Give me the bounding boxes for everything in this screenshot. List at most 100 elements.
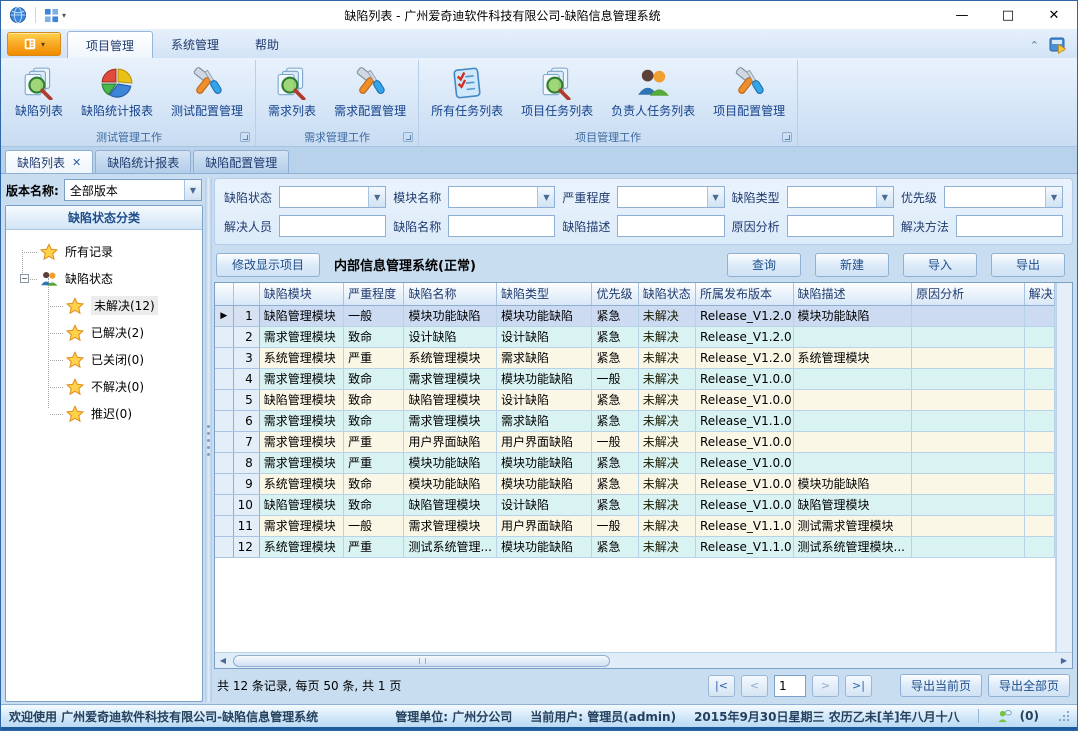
grid-column-header[interactable]: 所属发布版本: [695, 283, 793, 305]
close-tab-icon[interactable]: ✕: [72, 156, 81, 169]
grid-column-header[interactable]: 缺陷描述: [793, 283, 912, 305]
table-row[interactable]: 9系统管理模块致命模块功能缺陷模块功能缺陷紧急未解决Release_V1.0.0…: [215, 473, 1055, 494]
quick-access-toolbar[interactable]: ▾: [44, 8, 66, 23]
row-selector-cell[interactable]: [215, 473, 233, 494]
ribbon-tab-0[interactable]: 项目管理: [67, 31, 153, 58]
modify-columns-button[interactable]: 修改显示项目: [216, 253, 320, 277]
sidebar-splitter[interactable]: [205, 178, 212, 702]
row-selector-cell[interactable]: [215, 347, 233, 368]
tree-item[interactable]: −缺陷状态: [8, 265, 200, 292]
filter-input[interactable]: [956, 215, 1063, 237]
ribbon-button[interactable]: 负责人任务列表: [602, 63, 704, 121]
next-page-button[interactable]: >: [812, 675, 839, 697]
filter-combobox[interactable]: ▼: [787, 186, 894, 208]
ribbon-tab-2[interactable]: 帮助: [237, 31, 297, 58]
tree-item[interactable]: 已关闭(0): [8, 346, 200, 373]
tree-item[interactable]: 不解决(0): [8, 373, 200, 400]
filter-input[interactable]: [617, 215, 724, 237]
table-row[interactable]: 10缺陷管理模块致命缺陷管理模块设计缺陷紧急未解决Release_V1.0.0缺…: [215, 494, 1055, 515]
tree-expander-icon[interactable]: −: [20, 274, 29, 283]
export-current-page-button[interactable]: 导出当前页: [900, 674, 982, 697]
row-selector-cell[interactable]: [215, 431, 233, 452]
resize-grip-icon[interactable]: [1059, 711, 1069, 721]
last-page-button[interactable]: >|: [845, 675, 872, 697]
document-tab-0[interactable]: 缺陷列表✕: [5, 150, 93, 173]
filter-combobox[interactable]: ▼: [944, 186, 1063, 208]
filter-combobox[interactable]: ▼: [617, 186, 724, 208]
about-app-icon[interactable]: [1049, 36, 1067, 54]
grid-column-header[interactable]: 缺陷名称: [404, 283, 496, 305]
close-button[interactable]: ✕: [1031, 1, 1077, 29]
dialog-launcher-icon[interactable]: [782, 132, 792, 142]
row-selector-cell[interactable]: [215, 452, 233, 473]
toolbar-action-button-2[interactable]: 导入: [903, 253, 977, 277]
grid-column-header[interactable]: 解决方法: [1024, 283, 1054, 305]
table-row[interactable]: ▶1缺陷管理模块一般模块功能缺陷模块功能缺陷紧急未解决Release_V1.2.…: [215, 305, 1055, 326]
row-selector-cell[interactable]: [215, 536, 233, 557]
ribbon-button[interactable]: 缺陷列表: [6, 63, 72, 121]
dialog-launcher-icon[interactable]: [403, 132, 413, 142]
tree-item[interactable]: 推迟(0): [8, 400, 200, 427]
row-selector-cell[interactable]: [215, 389, 233, 410]
messages-person-icon[interactable]: [997, 709, 1012, 724]
ribbon-collapse-icon[interactable]: ⌃: [1030, 39, 1039, 52]
filter-combobox[interactable]: ▼: [448, 186, 555, 208]
first-page-button[interactable]: |<: [708, 675, 735, 697]
row-selector-cell[interactable]: [215, 368, 233, 389]
document-tab-2[interactable]: 缺陷配置管理: [193, 150, 289, 173]
table-row[interactable]: 11需求管理模块一般需求管理模块用户界面缺陷一般未解决Release_V1.1.…: [215, 515, 1055, 536]
ribbon-button[interactable]: 缺陷统计报表: [72, 63, 162, 121]
chevron-down-icon[interactable]: ▼: [368, 187, 385, 207]
export-all-pages-button[interactable]: 导出全部页: [988, 674, 1070, 697]
toolbar-action-button-1[interactable]: 新建: [815, 253, 889, 277]
row-selector-cell[interactable]: [215, 326, 233, 347]
chevron-down-icon[interactable]: ▼: [537, 187, 554, 207]
grid-column-header[interactable]: 优先级: [592, 283, 638, 305]
dialog-launcher-icon[interactable]: [240, 132, 250, 142]
ribbon-tab-1[interactable]: 系统管理: [153, 31, 237, 58]
chevron-down-icon[interactable]: ▼: [184, 180, 201, 200]
table-row[interactable]: 4需求管理模块致命需求管理模块模块功能缺陷一般未解决Release_V1.0.0: [215, 368, 1055, 389]
table-row[interactable]: 12系统管理模块严重测试系统管理...模块功能缺陷紧急未解决Release_V1…: [215, 536, 1055, 557]
scroll-left-icon[interactable]: ◀: [215, 656, 231, 665]
table-row[interactable]: 5缺陷管理模块致命缺陷管理模块设计缺陷紧急未解决Release_V1.0.0: [215, 389, 1055, 410]
chevron-down-icon[interactable]: ▼: [876, 187, 893, 207]
grid-column-header[interactable]: 原因分析: [912, 283, 1025, 305]
ribbon-button[interactable]: 需求列表: [259, 63, 325, 121]
filter-input[interactable]: [448, 215, 555, 237]
page-number-input[interactable]: [774, 675, 806, 697]
maximize-button[interactable]: □: [985, 1, 1031, 29]
tree-item[interactable]: 未解决(12): [8, 292, 200, 319]
table-row[interactable]: 3系统管理模块严重系统管理模块需求缺陷紧急未解决Release_V1.2.0系统…: [215, 347, 1055, 368]
grid-column-header[interactable]: 缺陷状态: [638, 283, 695, 305]
vertical-scrollbar[interactable]: [1056, 283, 1072, 652]
row-selector-cell[interactable]: [215, 494, 233, 515]
document-tab-1[interactable]: 缺陷统计报表: [95, 150, 191, 173]
toolbar-action-button-0[interactable]: 查询: [727, 253, 801, 277]
table-row[interactable]: 2需求管理模块致命设计缺陷设计缺陷紧急未解决Release_V1.2.0: [215, 326, 1055, 347]
version-combobox[interactable]: 全部版本 ▼: [64, 179, 202, 201]
filter-input[interactable]: [279, 215, 386, 237]
ribbon-button[interactable]: 测试配置管理: [162, 63, 252, 121]
table-row[interactable]: 7需求管理模块严重用户界面缺陷用户界面缺陷一般未解决Release_V1.0.0: [215, 431, 1055, 452]
filter-combobox[interactable]: ▼: [279, 186, 386, 208]
table-row[interactable]: 8需求管理模块严重模块功能缺陷模块功能缺陷紧急未解决Release_V1.0.0: [215, 452, 1055, 473]
row-selector-cell[interactable]: [215, 515, 233, 536]
ribbon-button[interactable]: 所有任务列表: [422, 63, 512, 121]
row-selector-cell[interactable]: [215, 410, 233, 431]
grid-column-header[interactable]: 严重程度: [344, 283, 404, 305]
minimize-button[interactable]: —: [939, 1, 985, 29]
scroll-right-icon[interactable]: ▶: [1056, 656, 1072, 665]
chevron-down-icon[interactable]: ▼: [707, 187, 724, 207]
ribbon-button[interactable]: 项目任务列表: [512, 63, 602, 121]
grid-column-header[interactable]: 缺陷类型: [496, 283, 592, 305]
scrollbar-thumb[interactable]: [233, 655, 610, 667]
grid-column-header[interactable]: 缺陷模块: [259, 283, 343, 305]
table-row[interactable]: 6需求管理模块致命需求管理模块需求缺陷紧急未解决Release_V1.1.0: [215, 410, 1055, 431]
application-menu-button[interactable]: ▾: [7, 32, 61, 56]
tree-item[interactable]: 已解决(2): [8, 319, 200, 346]
toolbar-action-button-3[interactable]: 导出: [991, 253, 1065, 277]
prev-page-button[interactable]: <: [741, 675, 768, 697]
tree-item[interactable]: 所有记录: [8, 238, 200, 265]
row-selector-cell[interactable]: ▶: [215, 305, 233, 326]
